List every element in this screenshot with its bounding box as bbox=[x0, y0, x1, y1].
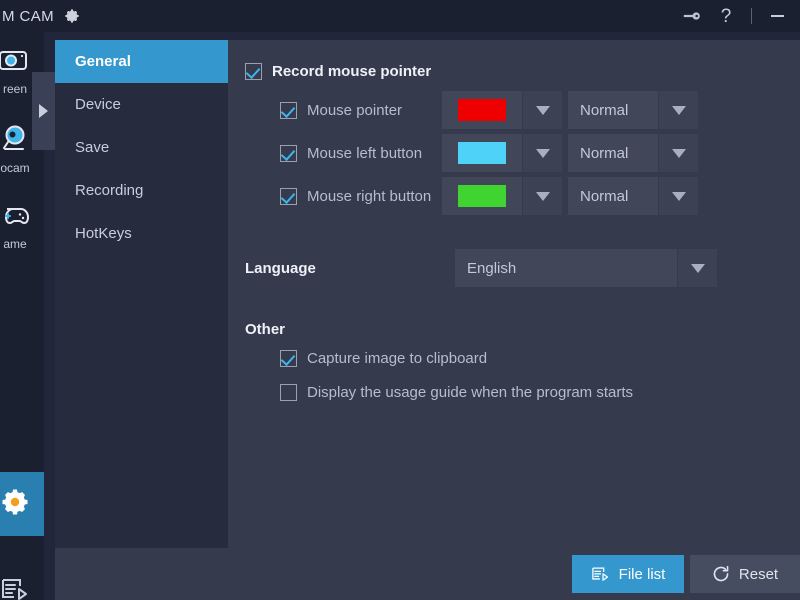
tab-label: Recording bbox=[75, 182, 144, 199]
tab-device[interactable]: Device bbox=[55, 83, 228, 126]
app-window: M CAM ? reen ocam ame General Device Sav… bbox=[0, 0, 800, 600]
capture-image-to-clipboard-row[interactable]: Capture image to clipboard bbox=[280, 344, 800, 372]
gear-icon bbox=[0, 487, 30, 522]
mouse-right-button-checkbox[interactable] bbox=[280, 187, 297, 205]
mouse-left-button-effect-select[interactable]: Normal bbox=[568, 134, 658, 172]
rail-label-webcam: ocam bbox=[0, 160, 30, 175]
record-mouse-pointer-row[interactable]: Record mouse pointer bbox=[245, 56, 800, 86]
footer-buttons: File list Reset bbox=[572, 555, 800, 593]
tab-label: General bbox=[75, 53, 131, 70]
general-settings-panel: Record mouse pointer Mouse pointer Norma… bbox=[228, 40, 800, 548]
mouse-pointer-label: Mouse pointer bbox=[307, 101, 403, 119]
mouse-pointer-effect-dropdown[interactable] bbox=[658, 91, 698, 129]
effect-value: Normal bbox=[580, 101, 629, 119]
capture-image-to-clipboard-checkbox[interactable] bbox=[280, 349, 297, 367]
tab-hotkeys[interactable]: HotKeys bbox=[55, 212, 228, 255]
mouse-right-button-color-dropdown[interactable] bbox=[522, 177, 562, 215]
mouse-pointer-color-swatch[interactable] bbox=[442, 91, 522, 129]
record-mouse-pointer-label: Record mouse pointer bbox=[272, 62, 432, 80]
settings-tab-list: General Device Save Recording HotKeys bbox=[55, 40, 228, 548]
display-usage-guide-checkbox[interactable] bbox=[280, 383, 297, 401]
webcam-icon bbox=[0, 124, 31, 157]
language-dropdown[interactable] bbox=[677, 249, 717, 287]
key-icon[interactable] bbox=[675, 0, 709, 32]
expand-arrow-icon[interactable] bbox=[32, 72, 55, 150]
footer-bar: File list Reset bbox=[55, 548, 800, 600]
minimize-button[interactable] bbox=[760, 0, 794, 32]
mouse-left-button-effect-dropdown[interactable] bbox=[658, 134, 698, 172]
effect-value: Normal bbox=[580, 187, 629, 205]
color-swatch bbox=[458, 185, 506, 207]
display-usage-guide-label: Display the usage guide when the program… bbox=[307, 383, 634, 401]
reset-label: Reset bbox=[738, 565, 779, 583]
chevron-down-icon bbox=[671, 148, 686, 158]
screen-capture-icon bbox=[0, 47, 32, 78]
file-list-button[interactable]: File list bbox=[572, 555, 684, 593]
gear-icon[interactable] bbox=[64, 8, 80, 24]
mouse-pointer-color-dropdown[interactable] bbox=[522, 91, 562, 129]
app-title: M CAM bbox=[2, 7, 54, 25]
tab-label: Device bbox=[75, 96, 121, 113]
tab-label: Save bbox=[75, 139, 110, 156]
mouse-left-button-row: Mouse left button Normal bbox=[280, 134, 800, 172]
mouse-right-button-effect-dropdown[interactable] bbox=[658, 177, 698, 215]
mouse-right-button-label-group[interactable]: Mouse right button bbox=[280, 187, 442, 205]
mouse-pointer-effect-select[interactable]: Normal bbox=[568, 91, 658, 129]
file-list-icon bbox=[591, 566, 610, 583]
effect-value: Normal bbox=[580, 144, 629, 162]
language-label: Language bbox=[245, 259, 316, 277]
reset-button[interactable]: Reset bbox=[690, 555, 800, 593]
other-section-title: Other bbox=[245, 321, 286, 338]
mouse-left-button-label: Mouse left button bbox=[307, 144, 423, 162]
chevron-down-icon bbox=[671, 105, 686, 115]
language-row: Language English bbox=[245, 249, 800, 287]
mouse-left-button-checkbox[interactable] bbox=[280, 144, 297, 162]
language-select[interactable]: English bbox=[455, 249, 677, 287]
refresh-icon bbox=[712, 565, 730, 583]
mouse-right-button-effect-select[interactable]: Normal bbox=[568, 177, 658, 215]
color-swatch bbox=[458, 99, 506, 121]
record-mouse-pointer-checkbox[interactable] bbox=[245, 62, 262, 80]
capture-image-to-clipboard-label: Capture image to clipboard bbox=[307, 349, 488, 367]
window-controls: ? bbox=[675, 0, 800, 32]
tab-general[interactable]: General bbox=[55, 40, 228, 83]
title-bar: M CAM ? bbox=[0, 0, 800, 32]
chevron-down-icon bbox=[690, 263, 705, 273]
display-usage-guide-row[interactable]: Display the usage guide when the program… bbox=[280, 378, 800, 406]
left-rail: reen ocam ame bbox=[0, 32, 55, 600]
chevron-down-icon bbox=[535, 148, 550, 158]
rail-label-screen: reen bbox=[2, 81, 28, 96]
color-swatch bbox=[458, 142, 506, 164]
mouse-pointer-checkbox[interactable] bbox=[280, 101, 297, 119]
file-list-icon bbox=[0, 577, 30, 600]
gamepad-icon bbox=[0, 204, 32, 233]
rail-item-settings[interactable] bbox=[0, 472, 44, 536]
mouse-pointer-row: Mouse pointer Normal bbox=[280, 91, 800, 129]
rail-item-game[interactable]: ame bbox=[0, 188, 44, 266]
mouse-left-button-color-dropdown[interactable] bbox=[522, 134, 562, 172]
rail-item-file-list[interactable] bbox=[0, 562, 44, 600]
tab-label: HotKeys bbox=[75, 225, 132, 242]
rail-label-game: ame bbox=[3, 236, 27, 251]
mouse-right-button-label: Mouse right button bbox=[307, 187, 432, 205]
language-value: English bbox=[467, 259, 517, 277]
tab-save[interactable]: Save bbox=[55, 126, 228, 169]
chevron-down-icon bbox=[671, 191, 686, 201]
mouse-right-button-color-swatch[interactable] bbox=[442, 177, 522, 215]
chevron-down-icon bbox=[535, 105, 550, 115]
chevron-down-icon bbox=[535, 191, 550, 201]
tab-recording[interactable]: Recording bbox=[55, 169, 228, 212]
help-icon[interactable]: ? bbox=[709, 0, 743, 32]
mouse-right-button-row: Mouse right button Normal bbox=[280, 177, 800, 215]
divider bbox=[751, 8, 752, 24]
mouse-left-button-color-swatch[interactable] bbox=[442, 134, 522, 172]
file-list-label: File list bbox=[618, 565, 666, 583]
mouse-pointer-label-group[interactable]: Mouse pointer bbox=[280, 101, 442, 119]
mouse-left-button-label-group[interactable]: Mouse left button bbox=[280, 144, 442, 162]
